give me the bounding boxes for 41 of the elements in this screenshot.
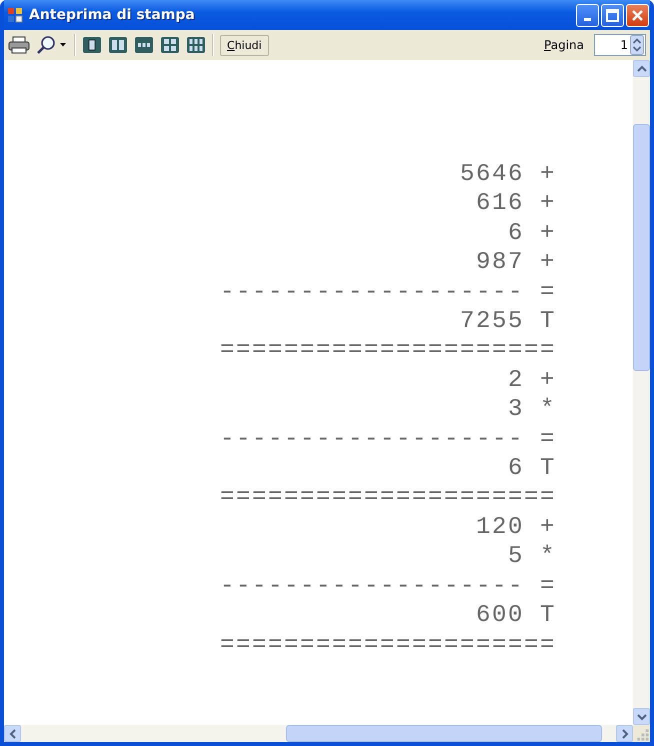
report-line: ===================== <box>220 630 556 660</box>
report-line: ------------------- = <box>220 572 556 602</box>
report-line: 2 + <box>508 366 556 396</box>
minimize-icon <box>584 18 591 20</box>
report-line: ===================== <box>220 336 556 366</box>
report-line: 3 * <box>508 395 556 425</box>
report-line: 987 + <box>476 248 556 278</box>
report-line: 5646 + <box>460 160 556 190</box>
scroll-right-icon[interactable] <box>620 728 628 738</box>
close-button[interactable] <box>626 4 649 26</box>
report-line: 6 T <box>508 454 556 484</box>
scroll-left-icon[interactable] <box>8 728 16 738</box>
zoom-icon[interactable] <box>36 35 56 55</box>
vertical-scrollbar[interactable] <box>633 60 650 725</box>
scroll-up-icon[interactable] <box>636 64 646 72</box>
page-label: Pagina <box>544 38 584 52</box>
maximize-button[interactable] <box>601 4 624 26</box>
horizontal-scrollbar[interactable] <box>4 725 633 742</box>
report-line: 616 + <box>476 189 556 219</box>
resize-grip-icon[interactable] <box>633 725 650 742</box>
report-line: ------------------- = <box>220 424 556 454</box>
report-line: 5 * <box>508 542 556 572</box>
minimize-button[interactable] <box>576 4 599 26</box>
app-icon <box>7 7 23 23</box>
two-pages-icon[interactable] <box>108 36 128 54</box>
report-line: 120 + <box>476 512 556 542</box>
close-preview-button[interactable]: Chiudi <box>220 34 269 56</box>
three-pages-icon[interactable] <box>134 36 154 54</box>
report-line: ------------------- = <box>220 278 556 308</box>
window-title: Anteprima di stampa <box>29 7 196 23</box>
dropdown-caret-icon[interactable] <box>60 43 66 47</box>
six-pages-icon[interactable] <box>186 36 206 54</box>
report-line: 7255 T <box>460 307 556 336</box>
print-icon[interactable] <box>8 36 30 54</box>
report-line: 600 T <box>476 601 556 630</box>
report-line: ===================== <box>220 483 556 513</box>
scroll-down-icon[interactable] <box>636 712 646 720</box>
page-spinner[interactable]: 1 <box>594 34 646 56</box>
report-line: 6 + <box>508 218 556 248</box>
one-page-icon[interactable] <box>82 36 102 54</box>
four-pages-icon[interactable] <box>160 36 180 54</box>
